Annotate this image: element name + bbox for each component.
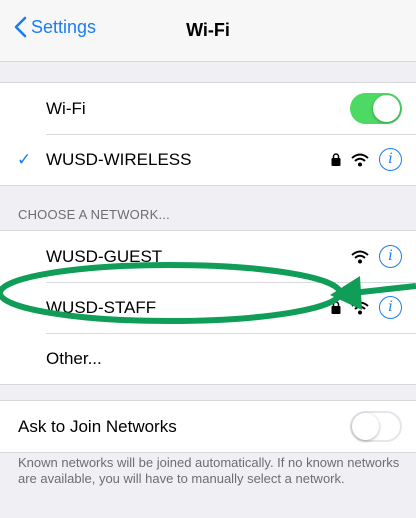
connected-network-row[interactable]: ✓ WUSD-WIRELESS i xyxy=(0,134,416,185)
ask-join-label: Ask to Join Networks xyxy=(18,416,177,436)
toggle-knob xyxy=(373,95,400,122)
network-name: WUSD-STAFF xyxy=(46,297,157,317)
other-label: Other... xyxy=(46,348,102,368)
wifi-toggle[interactable] xyxy=(350,93,402,124)
ask-join-toggle[interactable] xyxy=(350,411,402,442)
navigation-bar: Settings Wi-Fi xyxy=(0,0,416,62)
wifi-signal-icon xyxy=(351,250,369,263)
wifi-signal-icon xyxy=(351,301,369,314)
page-title: Wi-Fi xyxy=(186,20,230,40)
network-row[interactable]: WUSD-STAFF i xyxy=(0,282,416,333)
lock-icon xyxy=(331,301,341,314)
info-icon[interactable]: i xyxy=(379,245,402,268)
network-name: WUSD-GUEST xyxy=(46,246,163,266)
wifi-signal-icon xyxy=(351,153,369,166)
lock-icon xyxy=(331,153,341,166)
network-row[interactable]: WUSD-GUEST i xyxy=(0,231,416,282)
wifi-label: Wi-Fi xyxy=(46,98,86,118)
ask-join-group: Ask to Join Networks xyxy=(0,400,416,453)
toggle-knob xyxy=(352,413,379,440)
other-network-row[interactable]: Other... xyxy=(0,333,416,384)
wifi-group: Wi-Fi ✓ WUSD-WIRELESS i xyxy=(0,82,416,186)
section-header: CHOOSE A NETWORK... xyxy=(18,207,170,222)
checkmark-icon: ✓ xyxy=(17,149,32,169)
wifi-toggle-row: Wi-Fi xyxy=(0,83,416,134)
info-icon[interactable]: i xyxy=(379,296,402,319)
ask-join-row: Ask to Join Networks xyxy=(0,401,416,452)
footer-note: Known networks will be joined automatica… xyxy=(18,455,400,486)
networks-group: WUSD-GUEST i WUSD-STAFF i Other... xyxy=(0,230,416,385)
network-name: WUSD-WIRELESS xyxy=(46,149,192,169)
info-icon[interactable]: i xyxy=(379,148,402,171)
